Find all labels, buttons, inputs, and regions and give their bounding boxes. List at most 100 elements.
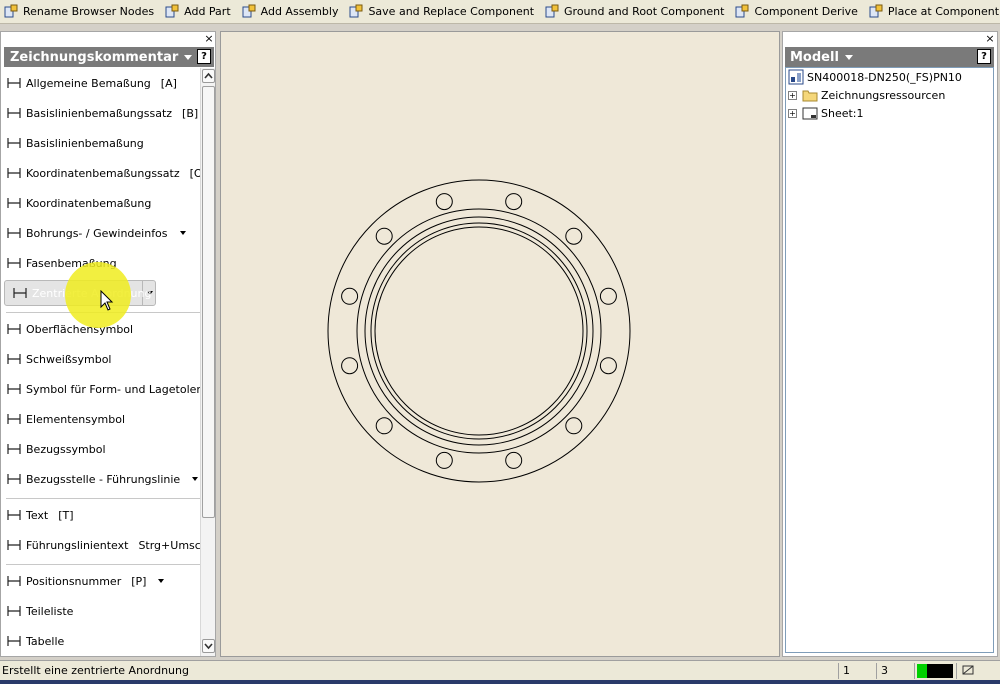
tool-item-table[interactable]: Tabelle (4, 630, 200, 652)
bolt-hole (565, 227, 583, 245)
help-button[interactable]: ? (977, 49, 991, 64)
tool-item-shortcut: Strg+Umschalt- (138, 538, 200, 552)
tree-node-label: SN400018-DN250(_FS)PN10 (807, 70, 962, 84)
tool-item-label: Tabelle (26, 634, 65, 648)
datum-target-icon (7, 474, 21, 484)
toolbar-button-component-derive[interactable]: Component Derive (731, 1, 861, 23)
tool-item-ordinate-set[interactable]: Koordinatenbemaßungssatz [O] (4, 162, 200, 184)
bolt-hole (565, 417, 583, 435)
hole-thread-icon (7, 228, 21, 238)
drawing-canvas[interactable] (220, 31, 780, 657)
balloon-icon (7, 576, 21, 586)
tool-item-text[interactable]: Text [T] (4, 504, 200, 526)
tool-list-divider (6, 564, 200, 565)
ordinate-set-icon (7, 168, 21, 178)
add-part-icon (165, 4, 179, 17)
tool-item-ordinate-dimension[interactable]: Koordinatenbemaßung (4, 192, 200, 214)
bolt-hole (505, 451, 523, 469)
tool-item-label: Basislinienbemaßung (26, 136, 144, 150)
tool-item-shortcut: [A] (160, 76, 177, 90)
flange-raised-face-circle (356, 208, 602, 454)
toolbar-button-label: Ground and Root Component (564, 5, 725, 18)
bolt-hole (341, 287, 359, 305)
leader-text-icon (7, 540, 21, 550)
tree-node-label: Sheet:1 (821, 106, 864, 120)
toolbar-button-label: Place at Component Origin (887, 5, 1000, 18)
toolbar-button-ground-root[interactable]: Ground and Root Component (541, 1, 728, 23)
tool-item-label: Basislinienbemaßungssatz (26, 106, 173, 120)
tree-node-drawing-document[interactable]: SN400018-DN250(_FS)PN10 (788, 68, 962, 86)
tool-item-baseline-set[interactable]: Basislinienbemaßungssatz [B] (4, 102, 200, 124)
toolbar-button-label: Add Assembly (260, 5, 339, 18)
bolt-hole (505, 193, 523, 211)
bolt-hole (341, 357, 359, 375)
tool-item-label: Führungslinientext (26, 538, 129, 552)
tool-item-label: Bezugsstelle - Führungslinie (26, 472, 181, 486)
tool-item-label: Text (26, 508, 49, 522)
tool-item-baseline-dimension[interactable]: Basislinienbemaßung (4, 132, 200, 154)
tool-item-label: Koordinatenbemaßungssatz (26, 166, 180, 180)
scroll-thumb[interactable] (202, 86, 215, 518)
bolt-hole (435, 451, 453, 469)
bolt-hole (599, 287, 617, 305)
tool-item-label: Elementensymbol (26, 412, 126, 426)
tree-expander[interactable]: + (788, 90, 797, 100)
chevron-down-icon[interactable] (158, 579, 165, 583)
chevron-down-icon[interactable] (179, 231, 186, 235)
toolbar-button-save-replace[interactable]: Save and Replace Component (345, 1, 538, 23)
help-button[interactable]: ? (197, 49, 211, 64)
tree-expander[interactable]: + (788, 108, 797, 118)
left-panel-close-button[interactable]: × (203, 33, 215, 45)
status-bar: Erstellt eine zentrierte Anordnung 1 3 (0, 660, 1000, 680)
tool-item-datum-target[interactable]: Bezugsstelle - Führungslinie (4, 468, 200, 490)
mouse-pointer-icon (100, 290, 114, 311)
bolt-hole (435, 193, 453, 211)
tree-node-folder[interactable]: + Zeichnungsressourcen (788, 86, 945, 104)
chevron-up-icon (204, 72, 213, 79)
toolbar-button-label: Add Part (184, 5, 231, 18)
flange-hub-outer-circle (364, 216, 594, 446)
toolbar-button-place-origin[interactable]: Place at Component Origin (865, 1, 1000, 23)
left-panel-scrollbar[interactable] (200, 68, 215, 656)
tool-item-feature-control-frame[interactable]: Symbol für Form- und Lagetoleranze (4, 378, 200, 400)
datum-identifier-icon (7, 444, 21, 454)
component-derive-icon (735, 4, 749, 17)
tool-list-divider (6, 498, 200, 499)
tool-item-leader-text[interactable]: Führungslinientext Strg+Umschalt- (4, 534, 200, 556)
chevron-down-icon (204, 643, 213, 650)
tool-item-label: Positionsnummer (26, 574, 122, 588)
left-panel-header[interactable]: Zeichnungskommentar ? (4, 47, 214, 67)
general-dimension-icon (7, 78, 21, 88)
status-value-1: 1 (838, 663, 876, 679)
ordinate-dimension-icon (7, 198, 21, 208)
tool-item-feature-identifier[interactable]: Elementensymbol (4, 408, 200, 430)
tool-item-hole-thread[interactable]: Bohrungs- / Gewindeinfos (4, 222, 200, 244)
status-value-2: 3 (876, 663, 914, 679)
tool-item-label: Teileliste (26, 604, 74, 618)
rename-icon (4, 4, 18, 17)
tree-node-sheet[interactable]: + Sheet:1 (788, 104, 864, 122)
tool-item-general-dimension[interactable]: Allgemeine Bemaßung [A] (4, 72, 200, 94)
chevron-down-icon[interactable] (192, 477, 199, 481)
tool-item-balloon[interactable]: Positionsnummer [P] (4, 570, 200, 592)
flange-drawing (327, 179, 631, 483)
tool-item-weld-symbol[interactable]: Schweißsymbol (4, 348, 200, 370)
scroll-down-button[interactable] (202, 639, 215, 653)
toolbar-button-rename[interactable]: Rename Browser Nodes (0, 1, 158, 23)
save-replace-icon (349, 4, 363, 17)
tool-item-label: Symbol für Form- und Lagetoleranze (26, 382, 200, 396)
toolbar-button-add-part[interactable]: Add Part (161, 1, 235, 23)
scroll-up-button[interactable] (202, 69, 215, 83)
tool-item-label: Oberflächensymbol (26, 322, 134, 336)
right-panel-close-button[interactable]: × (984, 33, 996, 45)
tool-item-parts-list[interactable]: Teileliste (4, 600, 200, 622)
tool-item-datum-identifier[interactable]: Bezugssymbol (4, 438, 200, 460)
annotation-tool-list: Allgemeine Bemaßung [A] Basislinienbemaßun… (4, 68, 200, 656)
toolbar-button-add-assembly[interactable]: Add Assembly (238, 1, 343, 23)
bolt-hole (599, 357, 617, 375)
toolbar-button-label: Rename Browser Nodes (23, 5, 155, 18)
right-panel-header[interactable]: Modell ? (785, 47, 994, 67)
status-message: Erstellt eine zentrierte Anordnung (2, 664, 189, 677)
sheet-icon (802, 107, 818, 120)
tool-item-label: Koordinatenbemaßung (26, 196, 152, 210)
